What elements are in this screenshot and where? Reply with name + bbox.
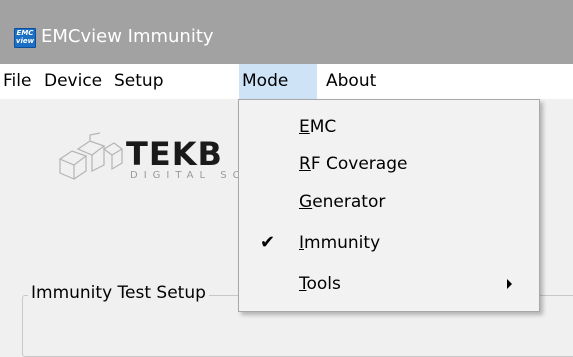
menu-item-generator-label: Generator — [299, 192, 386, 212]
tekbox-logo-subtext: DIGITAL SC — [130, 170, 246, 181]
tekbox-logo-text: TEKB — [126, 135, 223, 173]
menu-item-emc[interactable]: EMC — [239, 109, 539, 145]
menu-item-tools-label: Tools — [299, 274, 341, 294]
menu-item-rf-coverage[interactable]: RF Coverage — [239, 146, 539, 182]
submenu-arrow-icon — [507, 279, 512, 289]
menu-item-generator[interactable]: Generator — [239, 184, 539, 220]
title-bar: EMC view EMCview Immunity — [0, 0, 573, 64]
menu-mode[interactable]: Mode — [239, 64, 317, 99]
menu-item-emc-label: EMC — [299, 117, 337, 137]
menu-device[interactable]: Device — [41, 64, 105, 99]
mode-dropdown-menu: EMC RF Coverage Generator ✔ Immunity Too… — [238, 99, 540, 312]
immunity-test-setup-label: Immunity Test Setup — [28, 283, 209, 303]
menu-about[interactable]: About — [323, 64, 379, 99]
menu-setup[interactable]: Setup — [111, 64, 166, 99]
window-title: EMCview Immunity — [41, 26, 214, 47]
menu-item-tools[interactable]: Tools — [239, 266, 539, 302]
emcview-app-icon: EMC view — [14, 28, 36, 48]
menu-item-rf-coverage-label: RF Coverage — [299, 154, 408, 174]
checkmark-icon: ✔ — [260, 232, 276, 253]
menu-item-immunity[interactable]: ✔ Immunity — [239, 225, 539, 261]
menu-bar: File Device Setup Mode About — [0, 64, 573, 99]
menu-item-immunity-label: Immunity — [299, 233, 381, 253]
menu-file[interactable]: File — [0, 64, 34, 99]
